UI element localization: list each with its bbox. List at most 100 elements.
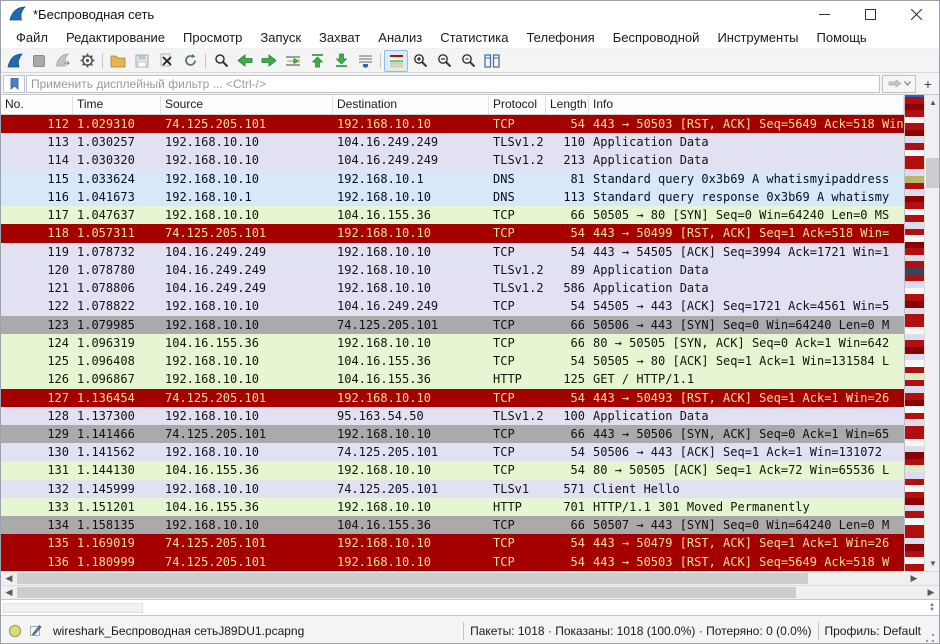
column-header-time[interactable]: Time [73, 95, 161, 114]
menu-item-9[interactable]: Беспроводной [604, 28, 709, 47]
packet-row[interactable]: 1161.041673192.168.10.1192.168.10.10DNS1… [1, 188, 904, 206]
menu-item-4[interactable]: Запуск [251, 28, 310, 47]
packet-row[interactable]: 1341.158135192.168.10.10104.16.155.36TCP… [1, 516, 904, 534]
vertical-scroll-track[interactable] [925, 110, 940, 556]
menu-item-11[interactable]: Помощь [808, 28, 876, 47]
save-file-button[interactable] [130, 50, 154, 72]
menu-item-7[interactable]: Статистика [431, 28, 517, 47]
packet-row[interactable]: 1251.096408192.168.10.10104.16.155.36TCP… [1, 352, 904, 370]
packet-row[interactable]: 1301.141562192.168.10.1074.125.205.101TC… [1, 443, 904, 461]
hscroll-track[interactable] [17, 572, 906, 585]
cell-dst: 104.16.155.36 [333, 370, 489, 388]
packet-row[interactable]: 1271.13645474.125.205.101192.168.10.10TC… [1, 389, 904, 407]
capture-options-button[interactable] [75, 50, 99, 72]
secondary-hscrollbar[interactable]: ◀ ▶ [1, 585, 939, 599]
collapsed-pane-strip[interactable]: ▲▼ [1, 599, 939, 615]
find-packet-button[interactable] [209, 50, 233, 72]
zoom-out-button[interactable] [432, 50, 456, 72]
packet-row[interactable]: 1311.144130104.16.155.36192.168.10.10TCP… [1, 461, 904, 479]
packet-row[interactable]: 1231.079985192.168.10.1074.125.205.101TC… [1, 316, 904, 334]
resize-columns-button[interactable] [480, 50, 504, 72]
cell-info: HTTP/1.1 301 Moved Permanently [589, 498, 904, 516]
packet-row[interactable]: 1201.078780104.16.249.249192.168.10.10TL… [1, 261, 904, 279]
packet-row[interactable]: 1141.030320192.168.10.10104.16.249.249TL… [1, 151, 904, 169]
vertical-scrollbar[interactable]: ▲ ▼ [924, 95, 940, 571]
packet-row[interactable]: 1171.047637192.168.10.10104.16.155.36TCP… [1, 206, 904, 224]
menu-item-3[interactable]: Просмотр [174, 28, 251, 47]
hscroll2-left-button[interactable]: ◀ [1, 586, 17, 599]
menu-item-10[interactable]: Инструменты [708, 28, 807, 47]
column-header-dst[interactable]: Destination [333, 95, 489, 114]
cell-time: 1.029310 [73, 115, 161, 133]
display-filter-input[interactable] [26, 75, 880, 93]
go-to-packet-button[interactable] [281, 50, 305, 72]
first-packet-button[interactable] [305, 50, 329, 72]
minimize-button[interactable] [801, 1, 847, 27]
packet-row[interactable]: 1321.145999192.168.10.1074.125.205.101TL… [1, 480, 904, 498]
reload-button[interactable] [178, 50, 202, 72]
packet-row[interactable]: 1131.030257192.168.10.10104.16.249.249TL… [1, 133, 904, 151]
scroll-up-button[interactable]: ▲ [925, 95, 940, 110]
open-file-button[interactable] [106, 50, 130, 72]
resize-grip[interactable] [925, 633, 935, 643]
vertical-scroll-thumb[interactable] [926, 158, 940, 188]
start-capture-button[interactable] [3, 50, 27, 72]
zoom-in-button[interactable] [408, 50, 432, 72]
packet-row[interactable]: 1211.078806104.16.249.249192.168.10.10TL… [1, 279, 904, 297]
packet-row[interactable]: 1361.18099974.125.205.101192.168.10.10TC… [1, 553, 904, 571]
filter-bookmark-button[interactable] [3, 75, 25, 93]
menu-item-5[interactable]: Захват [310, 28, 369, 47]
column-header-src[interactable]: Source [161, 95, 333, 114]
packet-row[interactable]: 1121.02931074.125.205.101192.168.10.10TC… [1, 115, 904, 133]
hscroll-left-button[interactable]: ◀ [1, 572, 17, 585]
close-file-button[interactable] [154, 50, 178, 72]
pencil-icon [29, 624, 42, 637]
column-header-proto[interactable]: Protocol [489, 95, 546, 114]
column-header-no[interactable]: No. [1, 95, 73, 114]
previous-packet-button[interactable] [233, 50, 257, 72]
hscroll2-track[interactable] [17, 586, 923, 599]
hscroll-right-button[interactable]: ▶ [906, 572, 922, 585]
menu-item-6[interactable]: Анализ [369, 28, 431, 47]
cell-no: 113 [1, 133, 73, 151]
next-packet-button[interactable] [257, 50, 281, 72]
zoom-original-button[interactable] [456, 50, 480, 72]
scroll-down-button[interactable]: ▼ [925, 556, 940, 571]
packet-row[interactable]: 1261.096867192.168.10.10104.16.155.36HTT… [1, 370, 904, 388]
menu-item-2[interactable]: Редактирование [57, 28, 174, 47]
packet-row[interactable]: 1331.151201104.16.155.36192.168.10.10HTT… [1, 498, 904, 516]
hscroll-thumb[interactable] [17, 573, 808, 584]
packet-row[interactable]: 1221.078822192.168.10.10104.16.249.249TC… [1, 297, 904, 315]
menu-item-1[interactable]: Файл [7, 28, 57, 47]
menu-item-8[interactable]: Телефония [517, 28, 603, 47]
stop-capture-button[interactable] [27, 50, 51, 72]
packet-row[interactable]: 1151.033624192.168.10.10192.168.10.1DNS8… [1, 170, 904, 188]
expert-info-button[interactable] [5, 621, 25, 641]
packet-row[interactable]: 1291.14146674.125.205.101192.168.10.10TC… [1, 425, 904, 443]
colorize-button[interactable] [384, 50, 408, 72]
close-button[interactable] [893, 1, 939, 27]
packet-row[interactable]: 1281.137300192.168.10.1095.163.54.50TLSv… [1, 407, 904, 425]
minimap-stripe [905, 136, 924, 143]
column-header-len[interactable]: Length [546, 95, 589, 114]
maximize-button[interactable] [847, 1, 893, 27]
packet-row[interactable]: 1241.096319104.16.155.36192.168.10.10TCP… [1, 334, 904, 352]
auto-scroll-button[interactable] [353, 50, 377, 72]
last-packet-button[interactable] [329, 50, 353, 72]
packet-row[interactable]: 1351.16901974.125.205.101192.168.10.10TC… [1, 534, 904, 552]
packet-row[interactable]: 1181.05731174.125.205.101192.168.10.10TC… [1, 224, 904, 242]
intelligent-scrollbar-minimap[interactable] [904, 95, 924, 571]
minimap-stripe [905, 327, 924, 334]
column-header-info[interactable]: Info [589, 95, 904, 114]
pane-spinner[interactable]: ▲▼ [929, 603, 935, 613]
packet-list-hscrollbar[interactable]: ◀ ▶ [1, 571, 939, 585]
cell-dst: 74.125.205.101 [333, 316, 489, 334]
packet-row[interactable]: 1191.078732104.16.249.249192.168.10.10TC… [1, 243, 904, 261]
hscroll2-right-button[interactable]: ▶ [923, 586, 939, 599]
restart-capture-button[interactable] [51, 50, 75, 72]
add-filter-button[interactable]: + [919, 75, 937, 93]
apply-filter-button[interactable] [882, 75, 916, 93]
hscroll2-thumb[interactable] [17, 587, 796, 598]
profile-label[interactable]: Профиль: Default [825, 624, 922, 638]
capture-comment-button[interactable] [25, 621, 45, 641]
